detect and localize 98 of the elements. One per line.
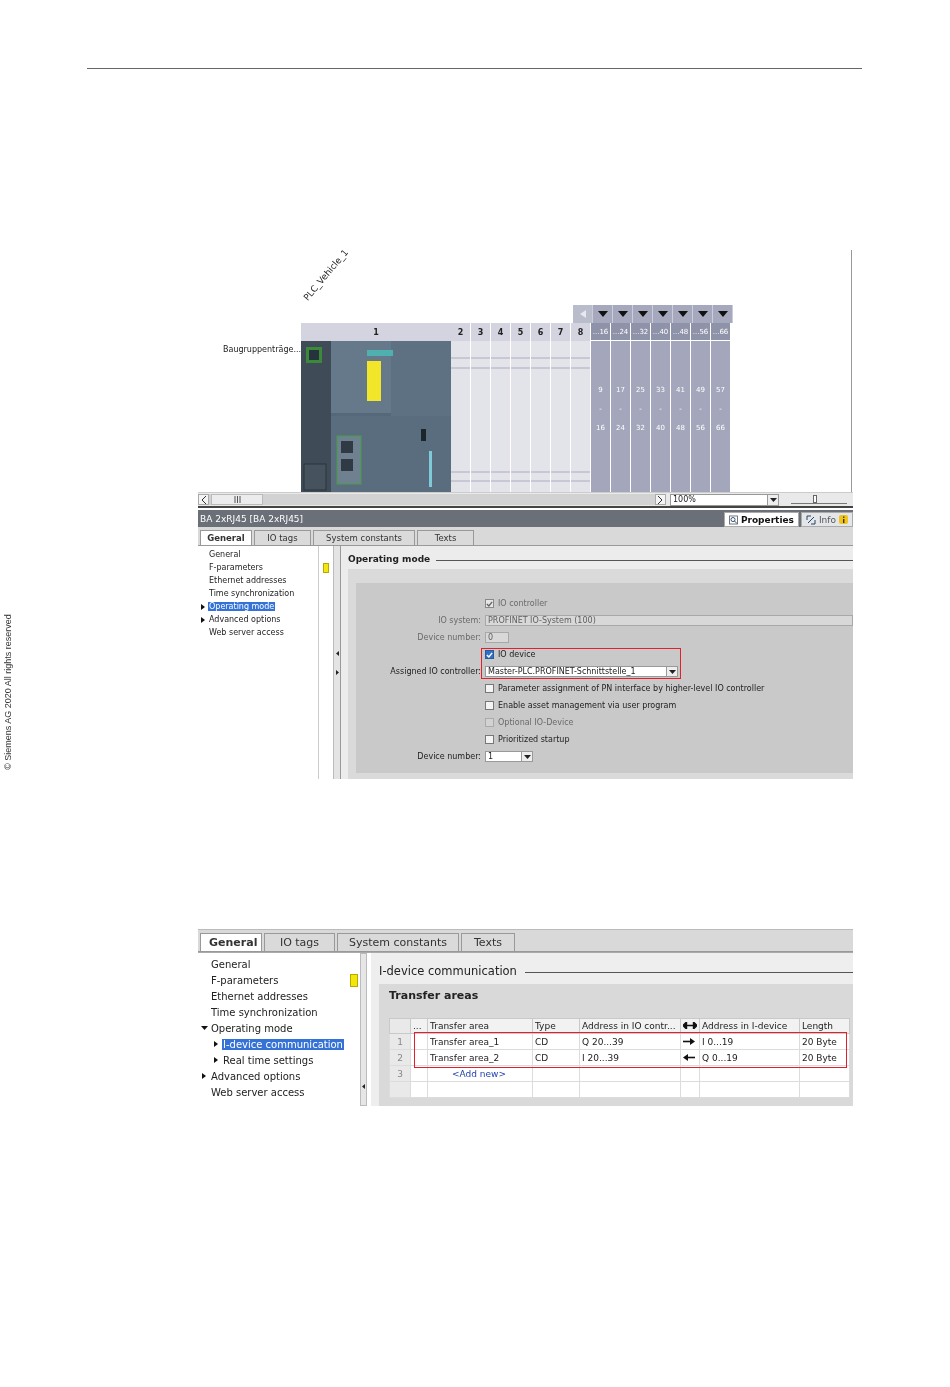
table-cell: Transfer area_1: [427, 1033, 533, 1050]
dropdown[interactable]: Master-PLC.PROFINET-Schnittstelle_1: [485, 666, 678, 677]
caret-icon: [523, 754, 531, 759]
double-arrow-icon: [683, 1022, 697, 1029]
nav-item[interactable]: Ethernet addresses: [208, 576, 288, 585]
dropdown-arrow-button[interactable]: [613, 305, 633, 323]
caret-icon: [677, 311, 688, 317]
chevron-right-icon: [658, 495, 663, 504]
slot-number: 7: [551, 323, 570, 341]
column-header: [389, 1018, 411, 1034]
checkbox-label: Parameter assignment of PN interface by higher-level IO controller: [498, 684, 765, 693]
rack-label: Baugruppenträge...: [223, 345, 301, 354]
section-title: Operating mode: [348, 554, 431, 564]
field-label: IO system:: [438, 616, 481, 625]
caret-icon: [657, 311, 668, 317]
dropdown-arrow-button[interactable]: [673, 305, 693, 323]
nav-item[interactable]: Advanced options: [210, 1070, 302, 1082]
caret-icon: [717, 311, 728, 317]
slot-number: 1: [301, 323, 451, 341]
zoom-slider[interactable]: [791, 495, 847, 504]
tab[interactable]: General: [200, 530, 252, 545]
slot-number: 8: [571, 323, 590, 341]
panel-title: Transfer areas: [389, 989, 480, 1002]
caret-icon: [697, 311, 708, 317]
tab[interactable]: System constants: [337, 933, 459, 951]
field-label: Device number:: [417, 752, 481, 761]
scrollbar-thumb[interactable]: [211, 494, 263, 505]
triangle-left-icon: [335, 650, 339, 656]
info-icon: [839, 515, 848, 524]
arrows-icon: [805, 514, 816, 525]
caret-icon: [617, 311, 628, 317]
tab[interactable]: General: [200, 933, 262, 951]
checkbox[interactable]: [485, 650, 494, 659]
vertical-scrollbar[interactable]: [360, 953, 367, 1106]
checkbox[interactable]: [485, 701, 494, 710]
section-title: I-device communication: [379, 964, 517, 978]
slot-number: 5: [511, 323, 530, 341]
field-label: Device number:: [417, 633, 481, 642]
magnifier-icon: [728, 514, 738, 525]
nav-item[interactable]: Operating mode: [210, 1022, 294, 1034]
dropdown-arrow-button[interactable]: [633, 305, 653, 323]
checkbox-label: Enable asset management via user program: [498, 701, 677, 710]
grip-icon: [233, 496, 241, 503]
slot-number: 4: [491, 323, 510, 341]
nav-item[interactable]: Real time settings: [222, 1054, 315, 1066]
scroll-right-button[interactable]: [655, 494, 666, 505]
table-cell: I 0...19: [699, 1033, 800, 1050]
tab[interactable]: IO tags: [254, 530, 311, 545]
nav-item[interactable]: Web server access: [210, 1086, 306, 1098]
panel-title: BA 2xRJ45 [BA 2xRJ45]: [199, 513, 304, 524]
nav-item[interactable]: General: [208, 550, 242, 559]
nav-item[interactable]: Web server access: [208, 628, 285, 637]
dropdown-arrow-button[interactable]: [653, 305, 673, 323]
tab[interactable]: Texts: [417, 530, 474, 545]
triangle-left-icon: [579, 310, 586, 318]
caret-icon: [668, 669, 676, 674]
dropdown-arrow-button[interactable]: [593, 305, 613, 323]
nav-item[interactable]: General: [210, 958, 252, 970]
table-cell: [410, 1033, 428, 1050]
nav-item[interactable]: I-device communication: [222, 1038, 344, 1050]
checkbox-label: IO controller: [498, 599, 548, 608]
slot-number: 3: [471, 323, 490, 341]
checkbox-label: IO device: [498, 650, 536, 659]
caret-icon: [597, 311, 608, 317]
inspector-tab[interactable]: Properties: [723, 512, 799, 527]
table-cell: CD: [532, 1033, 580, 1050]
checkbox-label: Prioritized startup: [498, 735, 570, 744]
dropdown[interactable]: 1: [485, 751, 533, 762]
nav-item[interactable]: F-parameters: [210, 974, 280, 986]
chevron-left-icon: [201, 495, 206, 504]
scroll-left-button[interactable]: [198, 494, 209, 505]
dropdown-arrow-button[interactable]: [693, 305, 713, 323]
caret-icon: [769, 497, 777, 502]
nav-item[interactable]: Time synchronization: [210, 1006, 319, 1018]
slot-number: 6: [531, 323, 550, 341]
checkbox[interactable]: [485, 735, 494, 744]
nav-item[interactable]: Advanced options: [208, 615, 282, 624]
nav-item[interactable]: F-parameters: [208, 563, 264, 572]
inspector-tab[interactable]: Info: [800, 512, 853, 527]
dropdown-arrow-button[interactable]: [713, 305, 733, 323]
slider-thumb[interactable]: [812, 495, 817, 503]
tab[interactable]: IO tags: [264, 933, 335, 951]
tab[interactable]: Texts: [461, 933, 515, 951]
horizontal-scrollbar[interactable]: [198, 494, 655, 505]
table-cell: Q 20...39: [579, 1033, 681, 1050]
field-label: Assigned IO controller:: [390, 667, 481, 676]
copyright-note: © Siemens AG 2020 All rights reserved: [3, 613, 13, 772]
nav-item[interactable]: Ethernet addresses: [210, 990, 309, 1002]
slot-number: 2: [451, 323, 470, 341]
nav-item[interactable]: Time synchronization: [208, 589, 296, 598]
zoom-dropdown[interactable]: 100%: [670, 493, 779, 506]
nav-item[interactable]: Operating mode: [208, 602, 276, 611]
tab[interactable]: System constants: [313, 530, 415, 545]
triangle-right-icon: [335, 669, 339, 675]
caret-icon: [637, 311, 648, 317]
checkbox[interactable]: [485, 684, 494, 693]
triangle-left-icon: [362, 1084, 365, 1089]
checkbox-label: Optional IO-Device: [498, 718, 574, 727]
